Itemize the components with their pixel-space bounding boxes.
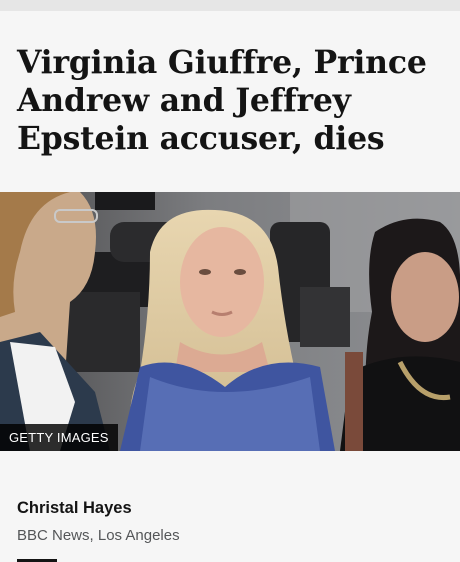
byline-author[interactable]: Christal Hayes (17, 499, 132, 518)
image-credit: GETTY IMAGES (0, 424, 118, 451)
hero-image[interactable]: GETTY IMAGES (0, 192, 460, 451)
article-headline: Virginia Giuffre, Prince Andrew and Jeff… (17, 44, 427, 157)
hero-photo (0, 192, 460, 451)
byline-affiliation: BBC News, Los Angeles (17, 527, 180, 544)
top-strip (0, 0, 460, 11)
